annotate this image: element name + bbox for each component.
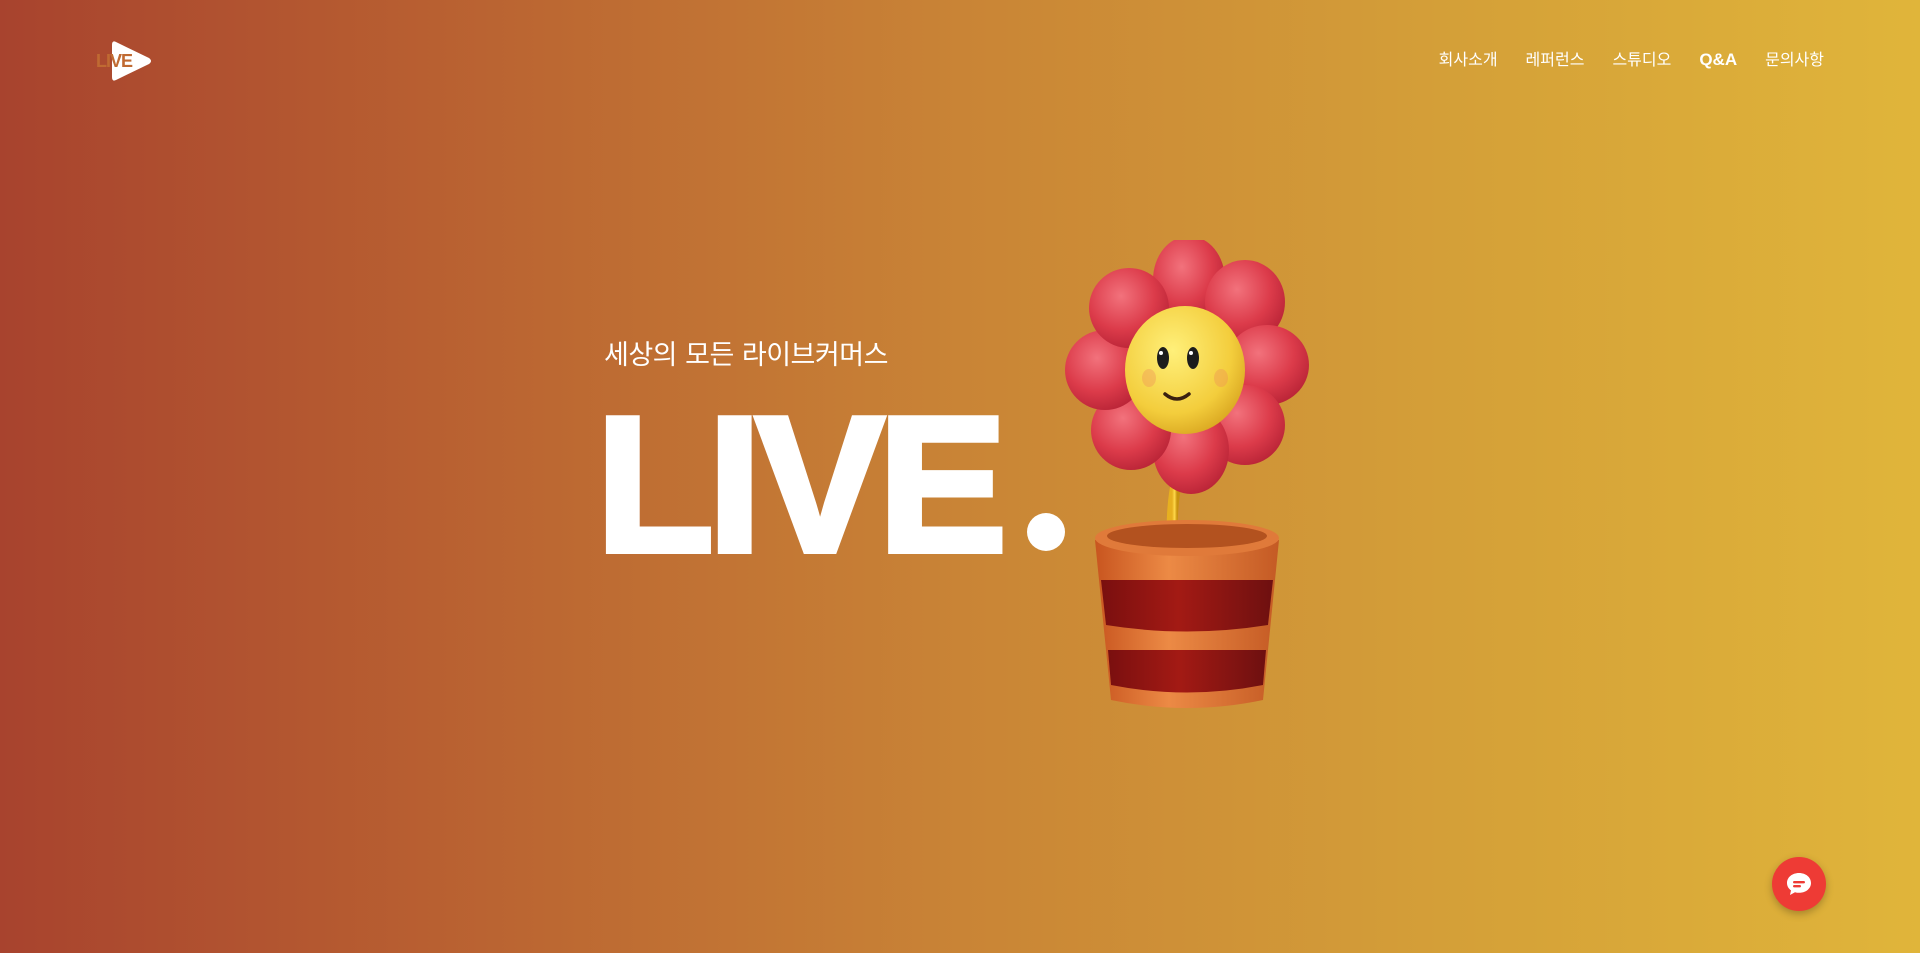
nav-item-qna[interactable]: Q&A [1699,49,1737,71]
chat-button[interactable] [1772,857,1826,911]
nav-item-studio[interactable]: 스튜디오 [1612,49,1671,71]
main-nav: 회사소개 레퍼런스 스튜디오 Q&A 문의사항 [1439,49,1824,71]
headline-dot [1027,513,1065,551]
smiling-flower-pot-illustration [1065,240,1309,708]
hero-tagline: 세상의 모든 라이브커머스 [604,340,888,371]
logo-link[interactable]: LIVE [94,38,154,84]
hero-headline: LIVE [593,385,1010,584]
logo-text: LIVE [96,51,133,71]
chat-bubble-icon [1787,873,1811,895]
nav-item-company[interactable]: 회사소개 [1439,49,1498,71]
nav-item-contact[interactable]: 문의사항 [1765,49,1824,71]
hero-headline-text: LIVE [593,376,1010,592]
nav-item-reference[interactable]: 레퍼런스 [1526,49,1585,71]
